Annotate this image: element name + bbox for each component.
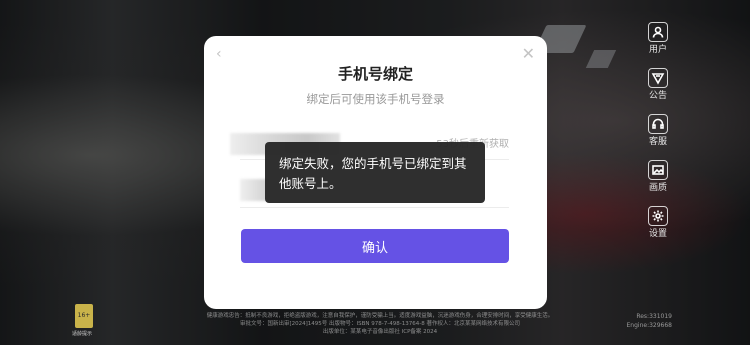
health-notice-line: 健康游戏忠告：抵制不良游戏，拒绝盗版游戏，注意自我保护，谨防受骗上当。适度游戏益…: [206, 313, 554, 319]
settings-icon: [648, 206, 668, 226]
dialog-subtitle: 绑定后可使用该手机号登录: [306, 92, 445, 106]
publication-info-line: 审批文号：国新出审[2024]1495号 出版物号：ISBN 978-7-498…: [240, 321, 520, 327]
res-version: Res:331019: [636, 313, 672, 320]
side-item-label: 画质: [648, 183, 667, 193]
side-menu: 用户 公告 客服 画质 设置: [638, 22, 678, 252]
headset-icon: [648, 114, 668, 134]
side-item-announcement[interactable]: 公告: [638, 68, 678, 114]
age-rating-caption: 适龄提示: [72, 331, 93, 337]
age-rating: 16+: [77, 312, 91, 319]
version-info: Res:331019 Engine:329668: [627, 312, 673, 330]
side-item-customer-service[interactable]: 客服: [638, 114, 678, 160]
back-icon[interactable]: ‹: [216, 46, 222, 62]
side-item-label: 设置: [648, 229, 667, 239]
side-item-user[interactable]: 用户: [638, 22, 678, 68]
side-item-label: 公告: [648, 91, 667, 101]
side-item-label: 客服: [648, 137, 667, 147]
announcement-icon: [648, 68, 668, 88]
age-rating-badge: 16+: [75, 304, 93, 328]
publisher-line: 出版单位：某某电子音像出版社 ICP备案 2024: [322, 329, 438, 335]
side-item-settings[interactable]: 设置: [638, 206, 678, 252]
dialog-title: 手机号绑定: [337, 65, 413, 83]
error-toast: 绑定失败，您的手机号已绑定到其他账号上。: [265, 142, 485, 203]
close-icon[interactable]: ✕: [522, 44, 535, 63]
engine-version: Engine:329668: [626, 322, 673, 329]
image-quality-icon: [648, 160, 668, 180]
confirm-button[interactable]: 确认: [241, 229, 509, 263]
health-notice: 健康游戏忠告：抵制不良游戏，拒绝盗版游戏，注意自我保护，谨防受骗上当。适度游戏益…: [170, 312, 590, 336]
side-item-label: 用户: [648, 45, 667, 55]
user-icon: [648, 22, 668, 42]
side-item-image-quality[interactable]: 画质: [638, 160, 678, 206]
